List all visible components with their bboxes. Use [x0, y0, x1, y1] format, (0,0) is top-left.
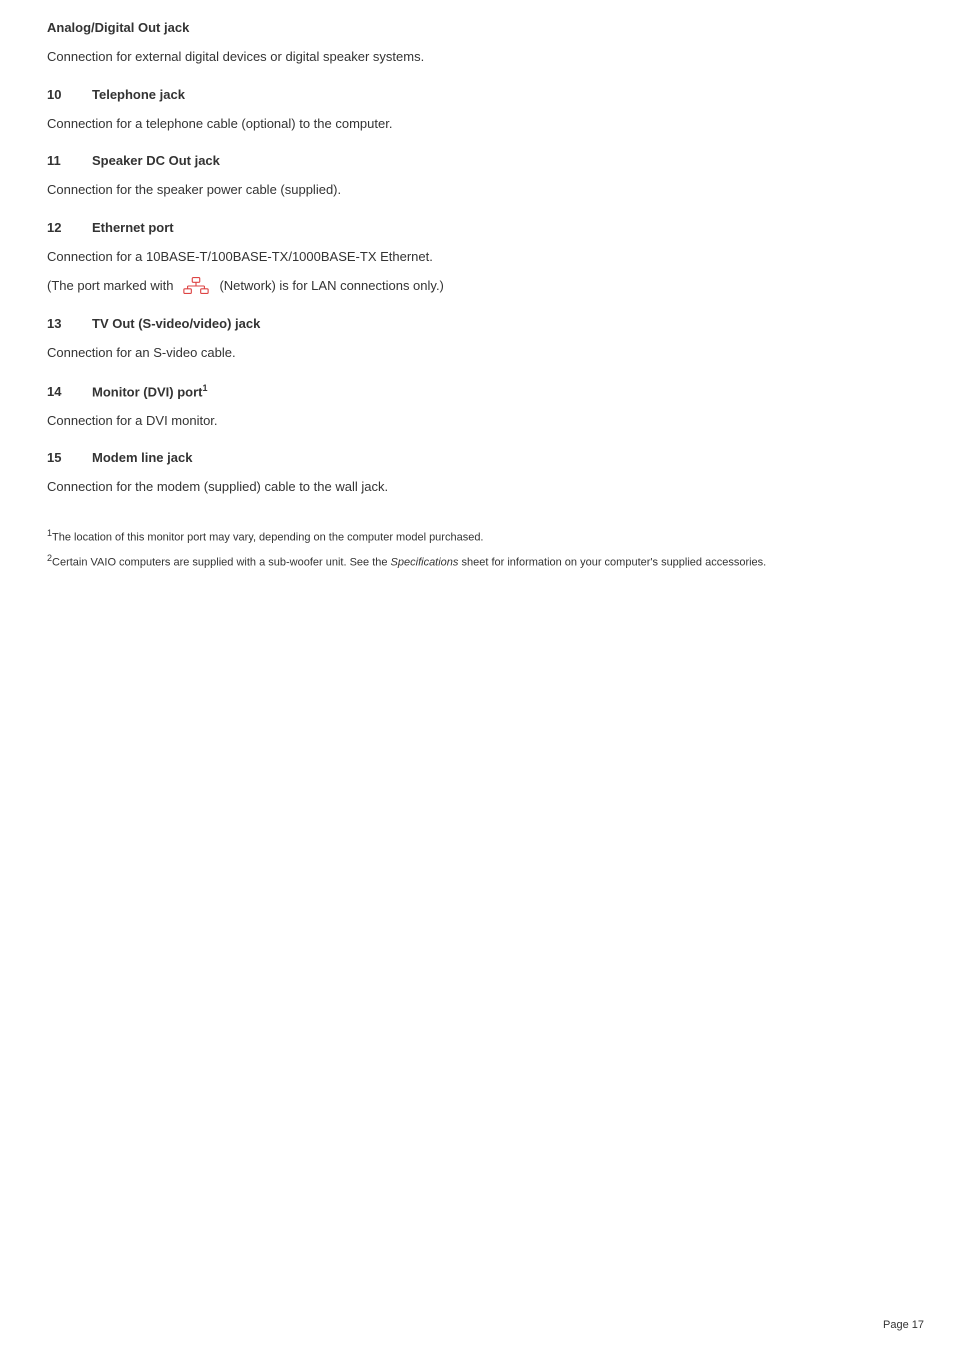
section-11-number: 11 [47, 153, 92, 168]
section-11-title: Speaker DC Out jack [92, 153, 220, 168]
page-number: Page 17 [883, 1319, 924, 1331]
section-13-body: Connection for an S-video cable. [47, 343, 853, 363]
section-14-title-text: Monitor (DVI) port [92, 384, 202, 399]
section-15-body: Connection for the modem (supplied) cabl… [47, 477, 853, 497]
footnote-2-text-before: Certain VAIO computers are supplied with… [52, 557, 391, 569]
section-10-header: 10 Telephone jack [47, 87, 853, 102]
section-12: 12 Ethernet port Connection for a 10BASE… [47, 220, 853, 297]
section-10: 10 Telephone jack Connection for a telep… [47, 87, 853, 134]
section-12-note-pre: (The port marked with [47, 276, 173, 296]
section-14-footnote-ref: 1 [202, 383, 207, 393]
section-14-body: Connection for a DVI monitor. [47, 411, 853, 431]
section-11-header: 11 Speaker DC Out jack [47, 153, 853, 168]
analog-digital-body: Connection for external digital devices … [47, 47, 853, 67]
section-13-header: 13 TV Out (S-video/video) jack [47, 316, 853, 331]
section-15-title: Modem line jack [92, 450, 192, 465]
section-12-number: 12 [47, 220, 92, 235]
footnotes: 1The location of this monitor port may v… [47, 527, 853, 571]
analog-digital-section: Analog/Digital Out jack Connection for e… [47, 20, 853, 67]
section-12-body: Connection for a 10BASE-T/100BASE-TX/100… [47, 247, 853, 267]
network-icon [182, 276, 210, 296]
section-15: 15 Modem line jack Connection for the mo… [47, 450, 853, 497]
section-12-title: Ethernet port [92, 220, 174, 235]
section-11-body: Connection for the speaker power cable (… [47, 180, 853, 200]
section-10-title: Telephone jack [92, 87, 185, 102]
section-12-header: 12 Ethernet port [47, 220, 853, 235]
section-11: 11 Speaker DC Out jack Connection for th… [47, 153, 853, 200]
section-10-body: Connection for a telephone cable (option… [47, 114, 853, 134]
section-10-number: 10 [47, 87, 92, 102]
section-14: 14 Monitor (DVI) port1 Connection for a … [47, 383, 853, 431]
section-14-number: 14 [47, 384, 92, 399]
section-12-note: (The port marked with (Network) is for L… [47, 276, 853, 296]
footnote-2: 2Certain VAIO computers are supplied wit… [47, 552, 853, 571]
section-14-title: Monitor (DVI) port1 [92, 383, 208, 399]
analog-digital-title: Analog/Digital Out jack [47, 20, 853, 35]
footnote-2-text-italic: Specifications [391, 557, 459, 569]
section-15-header: 15 Modem line jack [47, 450, 853, 465]
section-13-title: TV Out (S-video/video) jack [92, 316, 260, 331]
section-12-note-post: (Network) is for LAN connections only.) [219, 276, 443, 296]
footnote-1-text: The location of this monitor port may va… [52, 531, 483, 543]
footnote-2-text-after: sheet for information on your computer's… [458, 557, 766, 569]
section-13-number: 13 [47, 316, 92, 331]
section-13: 13 TV Out (S-video/video) jack Connectio… [47, 316, 853, 363]
footnote-1: 1The location of this monitor port may v… [47, 527, 853, 546]
section-14-header: 14 Monitor (DVI) port1 [47, 383, 853, 399]
section-15-number: 15 [47, 450, 92, 465]
